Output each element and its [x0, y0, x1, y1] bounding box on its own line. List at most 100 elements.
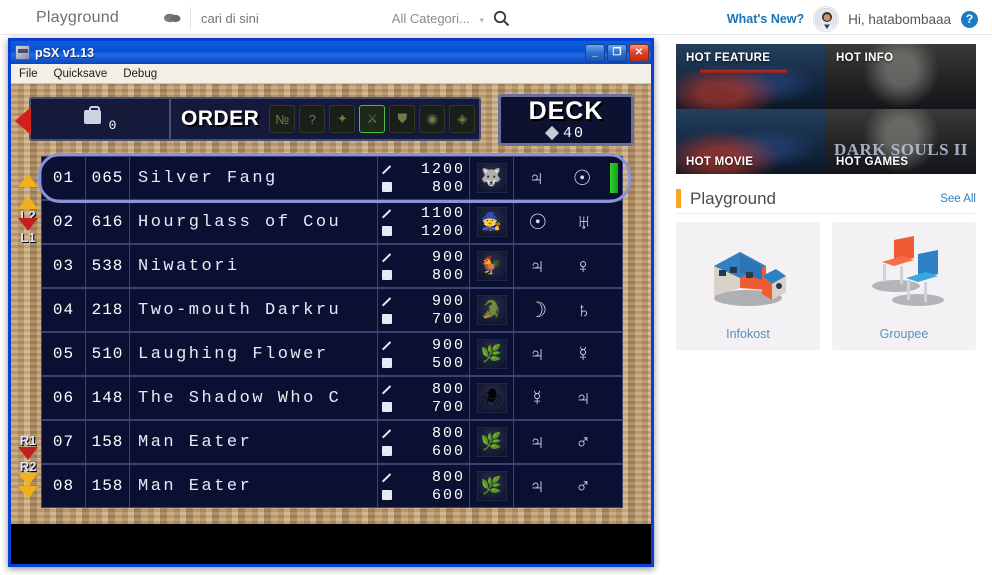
playground-cards: Infokost Groupee	[676, 222, 976, 350]
card-level-bar	[606, 289, 622, 331]
chat-bubble-icon[interactable]	[158, 12, 186, 24]
card-thumbnail: 🧙	[470, 201, 514, 243]
filter-magic-button[interactable]: ◈	[449, 105, 476, 133]
row-number: 03	[42, 245, 86, 287]
sword-icon: ⚔	[366, 111, 379, 126]
card-def: 700	[431, 310, 465, 328]
card-atk: 1200	[420, 160, 465, 178]
card-infokost[interactable]: Infokost	[676, 222, 820, 350]
maximize-button[interactable]: ❐	[607, 43, 627, 62]
shield-icon	[382, 182, 396, 192]
see-all-link[interactable]: See All	[940, 193, 976, 205]
guardian-star-1-icon: ☿	[529, 386, 545, 410]
filter-type-button[interactable]: ?	[299, 105, 326, 133]
filter-monster-button[interactable]: ✦	[329, 105, 356, 133]
help-icon[interactable]: ?	[961, 10, 978, 28]
search-input[interactable]	[201, 10, 392, 26]
hint-l2[interactable]: L2	[17, 196, 39, 222]
hint-label: R2	[19, 459, 37, 474]
card-groupee[interactable]: Groupee	[832, 222, 976, 350]
hint-r1[interactable]: R1	[17, 434, 39, 460]
search-bar[interactable]: All Categori... ▾	[158, 4, 518, 32]
promo-hot-feature[interactable]: HOT FEATURE	[676, 44, 826, 109]
promo-hot-movie[interactable]: HOT MOVIE	[676, 109, 826, 174]
filter-trap-button[interactable]: ◉	[419, 105, 446, 133]
table-row[interactable]: 02 616 Hourglass of Cou 1100 1200 🧙 ☉ ♅	[41, 200, 623, 244]
window-title: pSX v1.13	[35, 45, 95, 60]
bag-counter: 0	[31, 99, 171, 139]
search-icon[interactable]	[484, 10, 518, 27]
window-titlebar[interactable]: pSX v1.13 _ ❐ ✕	[11, 41, 651, 64]
hint-l1[interactable]: L1	[17, 218, 39, 244]
card-attributes: ♃ ☉	[514, 157, 606, 199]
shield-icon: ⛊	[397, 111, 408, 126]
user-greeting[interactable]: Hi, hatabombaaa	[848, 12, 951, 27]
table-row[interactable]: 03 538 Niwatori 900 800 🐓 ♃ ♀	[41, 244, 623, 288]
deck-count: 40	[562, 124, 585, 142]
minimize-button[interactable]: _	[585, 43, 605, 62]
category-dropdown[interactable]: All Categori... ▾	[392, 11, 484, 26]
card-thumbnail: 🐓	[470, 245, 514, 287]
table-row[interactable]: 01 065 Silver Fang 1200 800 🐺 ♃ ☉	[38, 153, 631, 203]
table-row[interactable]: 04 218 Two-mouth Darkru 900 700 🐊 ☽ ♄	[41, 288, 623, 332]
filter-attack-button[interactable]: ⚔	[359, 105, 386, 133]
row-number: 01	[42, 157, 86, 199]
card-name: Laughing Flower	[130, 333, 378, 375]
row-number: 04	[42, 289, 86, 331]
hint-r2[interactable]: R2	[17, 459, 39, 486]
avatar[interactable]	[814, 7, 839, 31]
game-viewport: 0 ORDER № ? ✦ ⚔ ⛊ ◉ ◈ DECK 40 L2 L1 R1 R…	[11, 84, 651, 524]
menu-item-quicksave[interactable]: Quicksave	[54, 68, 108, 80]
card-attributes: ♃ ☿	[514, 333, 606, 375]
promo-hot-games[interactable]: DARK SOULS II HOT GAMES	[826, 109, 976, 174]
guardian-star-2-icon: ♅	[575, 210, 592, 234]
section-accent-bar	[676, 189, 681, 208]
card-thumbnail: 🕷	[470, 377, 514, 419]
filter-defense-button[interactable]: ⛊	[389, 105, 416, 133]
site-brand[interactable]: Playground	[36, 9, 119, 27]
back-arrow-icon[interactable]	[15, 107, 31, 135]
header-divider	[0, 34, 992, 35]
card-stats: 900 700	[378, 289, 470, 331]
card-stats: 800 600	[378, 421, 470, 463]
filter-number-button[interactable]: №	[269, 105, 296, 133]
promo-grid: HOT FEATURE HOT INFO HOT MOVIE DARK SOUL…	[676, 44, 976, 174]
site-header: Playground All Categori... ▾	[0, 0, 992, 35]
house-isometric-icon	[676, 230, 820, 312]
guardian-star-1-icon: ♃	[529, 430, 545, 454]
card-art-icon: 🌿	[476, 427, 507, 457]
card-name: Two-mouth Darkru	[130, 289, 378, 331]
psx-emulator-window[interactable]: pSX v1.13 _ ❐ ✕ File Quicksave Debug 0 O…	[8, 38, 654, 567]
table-row[interactable]: 05 510 Laughing Flower 900 500 🌿 ♃ ☿	[41, 332, 623, 376]
table-row[interactable]: 07 158 Man Eater 800 600 🌿 ♃ ♂	[41, 420, 623, 464]
guardian-star-1-icon: ☽	[528, 298, 548, 322]
card-attributes: ☽ ♄	[514, 289, 606, 331]
menu-item-debug[interactable]: Debug	[123, 68, 157, 80]
card-stats: 900 800	[378, 245, 470, 287]
row-number: 07	[42, 421, 86, 463]
card-id: 158	[86, 421, 130, 463]
app-icon	[15, 45, 30, 60]
whats-new-link[interactable]: What's New?	[727, 12, 804, 26]
card-id: 616	[86, 201, 130, 243]
header-actions: What's New? Hi, hatabombaaa ?	[727, 6, 978, 32]
close-button[interactable]: ✕	[629, 43, 649, 62]
table-row[interactable]: 08 158 Man Eater 800 600 🌿 ♃ ♂	[41, 464, 623, 508]
promo-label: HOT GAMES	[836, 156, 909, 168]
card-def: 1200	[420, 222, 465, 240]
card-art-icon: 🧙	[476, 207, 507, 237]
filter-monster-icon: ✦	[336, 111, 348, 126]
card-atk: 900	[431, 336, 465, 354]
sword-icon	[382, 252, 396, 263]
card-def: 800	[431, 266, 465, 284]
table-row[interactable]: 06 148 The Shadow Who C 800 700 🕷 ☿ ♃	[41, 376, 623, 420]
deck-label: DECK	[528, 96, 604, 125]
search-divider	[190, 7, 191, 29]
card-thumbnail: 🌿	[470, 333, 514, 375]
guardian-star-2-icon: ☉	[572, 166, 592, 190]
sword-icon	[382, 164, 396, 175]
promo-hot-info[interactable]: HOT INFO	[826, 44, 976, 109]
menu-item-file[interactable]: File	[19, 68, 38, 80]
shield-icon	[382, 314, 396, 324]
right-shoulder-hints: R1 R2	[17, 434, 39, 508]
